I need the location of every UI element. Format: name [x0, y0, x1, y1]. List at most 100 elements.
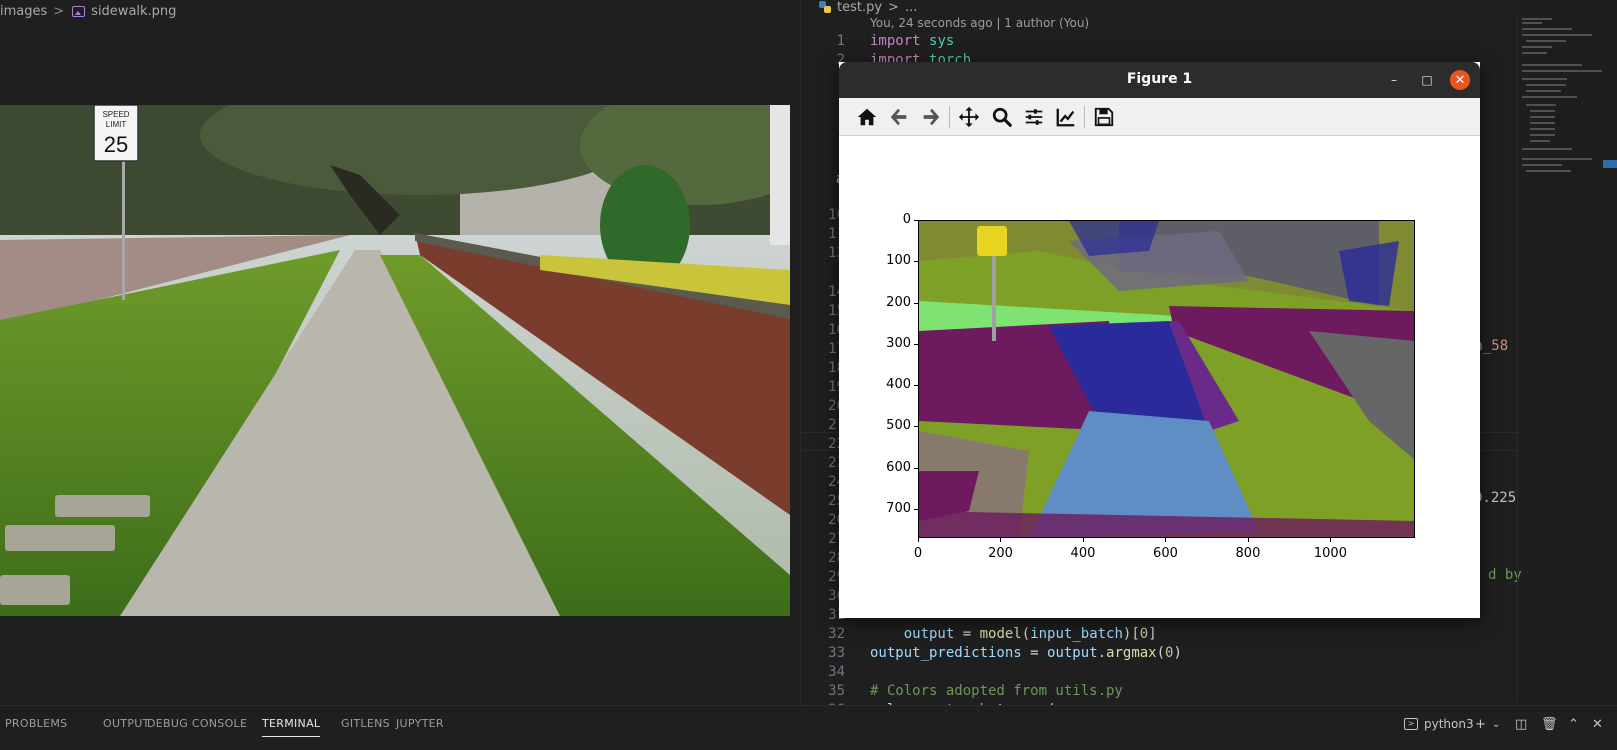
x-tick-label: 0 [893, 538, 943, 561]
code-fragment: 0.225 [1474, 490, 1517, 506]
close-panel-icon[interactable]: ✕ [1592, 715, 1603, 733]
minimap-line [1526, 90, 1561, 92]
minimize-icon[interactable]: – [1384, 70, 1404, 90]
code-token: output [903, 626, 955, 642]
code-token: input_batch [1030, 626, 1123, 642]
breadcrumb-ellipsis[interactable]: ... [905, 0, 917, 15]
code-token: output_predictions [870, 645, 1022, 661]
edit-axis-icon[interactable] [1053, 104, 1079, 130]
x-tick-label: 800 [1223, 538, 1273, 561]
minimap-line [1522, 148, 1572, 150]
sign-line1: SPEED [102, 110, 129, 119]
sidewalk-photo-drawing: SPEED LIMIT 25 [0, 105, 790, 616]
y-tick-label: 400 [869, 377, 918, 392]
code-line[interactable]: 33 output_predictions = output.argmax(0) [801, 644, 1517, 663]
line-number: 33 [828, 645, 845, 661]
code-token: = [954, 626, 980, 642]
minimap-line [1526, 170, 1571, 172]
editor-breadcrumb: test.py > ... [819, 0, 917, 15]
code-token: argmax [1106, 645, 1157, 661]
line-source: output_predictions = output.argmax(0) [870, 644, 1182, 663]
panel-tab-terminal[interactable]: TERMINAL [262, 717, 320, 730]
line-number: 35 [828, 683, 845, 699]
save-icon[interactable] [1091, 104, 1117, 130]
maximize-panel-icon[interactable]: ⌃ [1568, 715, 1579, 733]
split-terminal-icon[interactable]: ◫ [1515, 715, 1527, 733]
x-tick-label: 1000 [1305, 538, 1355, 561]
sign-line2: LIMIT [106, 120, 127, 129]
y-tick-label: 200 [869, 295, 918, 310]
y-tick-label: 700 [869, 501, 918, 516]
plot-area[interactable]: 0 100 200 300 400 500 600 700 0 200 400 600 800 1000 [839, 137, 1480, 618]
code-token: ( [1021, 626, 1031, 642]
minimap-line [1530, 116, 1555, 118]
code-line[interactable]: 32 output = model(input_batch)[0] [801, 625, 1517, 644]
code-token: output [1047, 645, 1098, 661]
breadcrumb-file[interactable]: sidewalk.png [91, 4, 176, 19]
terminal-icon: > [1404, 718, 1418, 730]
line-number: 1 [836, 33, 845, 49]
toolbar-separator [1084, 106, 1085, 128]
zoom-icon[interactable] [989, 104, 1015, 130]
line-source: # Colors adopted from utils.py [870, 682, 1123, 701]
git-blame-annotation[interactable]: You, 24 seconds ago | 1 author (You) [870, 16, 1089, 30]
chevron-down-icon[interactable]: ⌄ [1492, 715, 1500, 733]
minimap[interactable] [1517, 12, 1607, 702]
code-token: sys [929, 33, 955, 49]
python-file-icon [819, 1, 831, 13]
configure-subplots-icon[interactable] [1021, 104, 1047, 130]
panel-tab-output[interactable]: OUTPUT [103, 717, 150, 730]
breadcrumb-file[interactable]: test.py [837, 0, 882, 15]
home-icon[interactable] [854, 104, 880, 130]
panel-tab-bar: PROBLEMS OUTPUT DEBUG CONSOLE TERMINAL GITLE… [0, 705, 1617, 750]
code-token: import [870, 33, 921, 49]
minimap-line [1530, 122, 1555, 124]
minimap-line [1526, 40, 1566, 42]
figure-titlebar[interactable]: Figure 1 – □ ✕ [839, 62, 1480, 98]
panel-tab-debug-console[interactable]: DEBUG CONSOLE [147, 717, 247, 730]
chevron-right-icon: > [53, 3, 65, 19]
line-number: 34 [828, 664, 845, 680]
class-region-sign [977, 226, 1007, 256]
forward-arrow-icon[interactable] [918, 104, 944, 130]
minimap-line [1522, 164, 1562, 166]
line-source: output = model(input_batch)[0] [870, 625, 1157, 644]
close-icon[interactable]: ✕ [1450, 70, 1470, 90]
image-viewer-pane: images > sidewalk.png SPEED LIMIT 25 [0, 0, 800, 705]
sidewalk-image: SPEED LIMIT 25 [0, 105, 790, 616]
breadcrumb-folder[interactable]: images [0, 4, 47, 19]
code-line[interactable]: 34 [801, 663, 1517, 682]
minimap-line [1522, 18, 1552, 20]
panel-tab-gitlens[interactable]: GITLENS [341, 717, 390, 730]
x-tick-label: 600 [1140, 538, 1190, 561]
figure-window: Figure 1 – □ ✕ 0 100 200 300 400 500 600… [839, 62, 1480, 618]
trash-icon[interactable]: 🗑 [1541, 715, 1558, 733]
scrollbar-thumb[interactable] [1603, 160, 1617, 168]
class-region-pole [992, 256, 996, 341]
code-line[interactable]: 1 import sys [801, 32, 1517, 51]
code-token: = [1021, 645, 1048, 661]
pan-icon[interactable] [956, 104, 982, 130]
minimap-line [1530, 110, 1555, 112]
back-arrow-icon[interactable] [886, 104, 912, 130]
y-tick-label: 300 [869, 336, 918, 351]
panel-tab-jupyter[interactable]: JUPYTER [396, 717, 444, 730]
minimap-line [1530, 128, 1555, 130]
segmentation-heatmap [918, 220, 1415, 538]
minimap-line [1522, 46, 1552, 48]
add-terminal-icon[interactable]: + [1475, 715, 1486, 733]
panel-tab-problems[interactable]: PROBLEMS [5, 717, 67, 730]
minimap-line [1522, 52, 1547, 54]
terminal-profile-label: python3 [1424, 717, 1474, 731]
minimap-line [1522, 158, 1592, 160]
maximize-icon[interactable]: □ [1417, 70, 1437, 90]
image-file-icon [72, 5, 86, 17]
code-token: ( [1156, 645, 1166, 661]
code-line[interactable]: 35 # Colors adopted from utils.py [801, 682, 1517, 701]
terminal-profile-selector[interactable]: > python3 [1404, 715, 1474, 733]
minimap-line [1522, 78, 1567, 80]
code-token: model [979, 626, 1022, 642]
x-tick-label: 200 [975, 538, 1025, 561]
